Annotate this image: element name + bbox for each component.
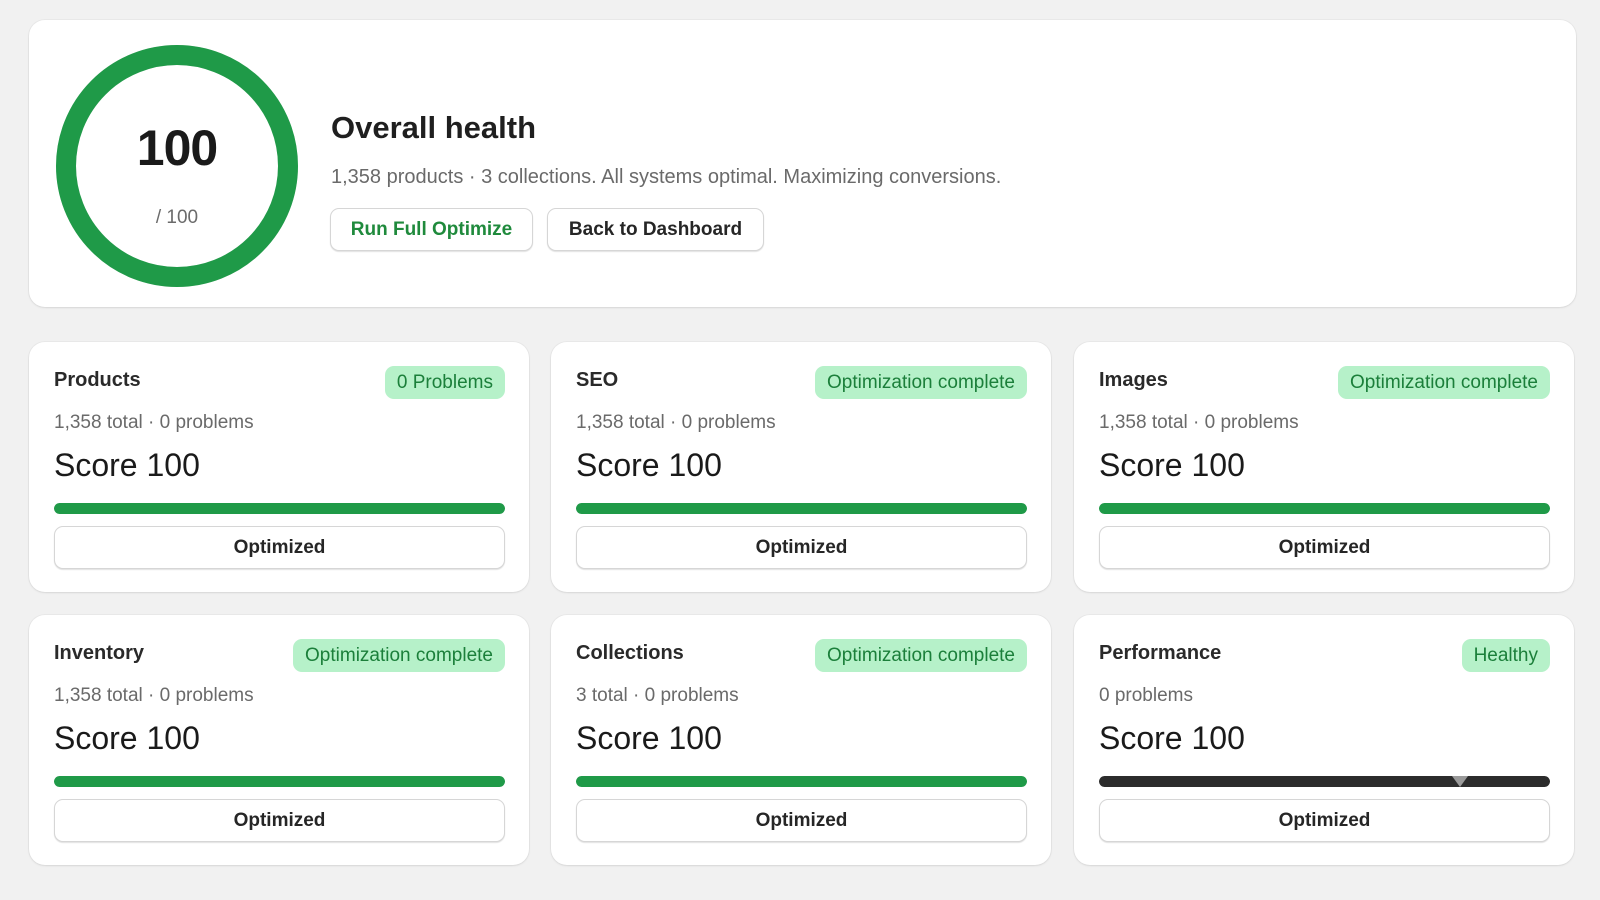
card-meta: 1,358 total · 0 problems [1099, 412, 1299, 433]
status-badge: Optimization complete [815, 639, 1027, 672]
optimized-button[interactable]: Optimized [1099, 799, 1550, 842]
card-score: Score 100 [576, 447, 722, 483]
progress-bar [1099, 503, 1550, 514]
progress-bar [54, 503, 505, 514]
category-card-images: Images Optimization complete 1,358 total… [1074, 342, 1574, 592]
progress-bar-fill [576, 776, 1027, 787]
card-meta: 3 total · 0 problems [576, 685, 739, 706]
progress-bar-fill [54, 503, 505, 514]
progress-bar [576, 503, 1027, 514]
category-card-performance: Performance Healthy 0 problems Score 100… [1074, 615, 1574, 865]
card-score: Score 100 [54, 720, 200, 756]
status-badge: Optimization complete [815, 366, 1027, 399]
card-title: Performance [1099, 642, 1222, 664]
status-badge: Optimization complete [293, 639, 505, 672]
card-title: Inventory [54, 642, 145, 664]
progress-bar-fill [576, 503, 1027, 514]
health-page: 100 / 100 Overall health 1,358 products … [0, 0, 1600, 900]
back-to-dashboard-button[interactable]: Back to Dashboard [547, 208, 764, 251]
progress-bar [54, 776, 505, 787]
progress-bar [576, 776, 1027, 787]
optimized-button[interactable]: Optimized [576, 799, 1027, 842]
category-card-inventory: Inventory Optimization complete 1,358 to… [29, 615, 529, 865]
progress-bar-fill [1099, 503, 1550, 514]
category-card-collections: Collections Optimization complete 3 tota… [551, 615, 1051, 865]
status-badge: Healthy [1461, 639, 1550, 672]
optimized-button[interactable]: Optimized [54, 526, 505, 569]
card-meta: 1,358 total · 0 problems [576, 412, 776, 433]
overall-score-ring: 100 / 100 [54, 43, 300, 289]
card-meta: 1,358 total · 0 problems [54, 412, 254, 433]
category-card-products: Products 0 Problems 1,358 total · 0 prob… [29, 342, 529, 592]
card-title: SEO [576, 369, 619, 391]
status-badge: 0 Problems [384, 366, 505, 399]
run-full-optimize-button[interactable]: Run Full Optimize [330, 208, 533, 251]
card-title: Collections [576, 642, 684, 664]
card-score: Score 100 [1099, 720, 1245, 756]
page-title: Overall health [331, 110, 537, 145]
optimized-button[interactable]: Optimized [1099, 526, 1550, 569]
progress-bar [1099, 776, 1550, 787]
progress-bar-fill [54, 776, 505, 787]
card-score: Score 100 [54, 447, 200, 483]
overall-score-max: / 100 [155, 207, 199, 228]
status-badge: Optimization complete [1338, 366, 1550, 399]
progress-marker-icon [1452, 776, 1468, 787]
overall-health-card: 100 / 100 Overall health 1,358 products … [29, 20, 1576, 307]
card-title: Images [1099, 369, 1168, 391]
category-card-seo: SEO Optimization complete 1,358 total · … [551, 342, 1051, 592]
card-score: Score 100 [1099, 447, 1245, 483]
progress-bar-fill [1099, 776, 1550, 787]
card-meta: 1,358 total · 0 problems [54, 685, 254, 706]
card-title: Products [54, 369, 141, 391]
card-meta: 0 problems [1099, 685, 1193, 706]
optimized-button[interactable]: Optimized [54, 799, 505, 842]
overall-score-value: 100 [136, 120, 218, 176]
optimized-button[interactable]: Optimized [576, 526, 1027, 569]
overall-summary: 1,358 products · 3 collections. All syst… [331, 166, 1002, 188]
card-score: Score 100 [576, 720, 722, 756]
